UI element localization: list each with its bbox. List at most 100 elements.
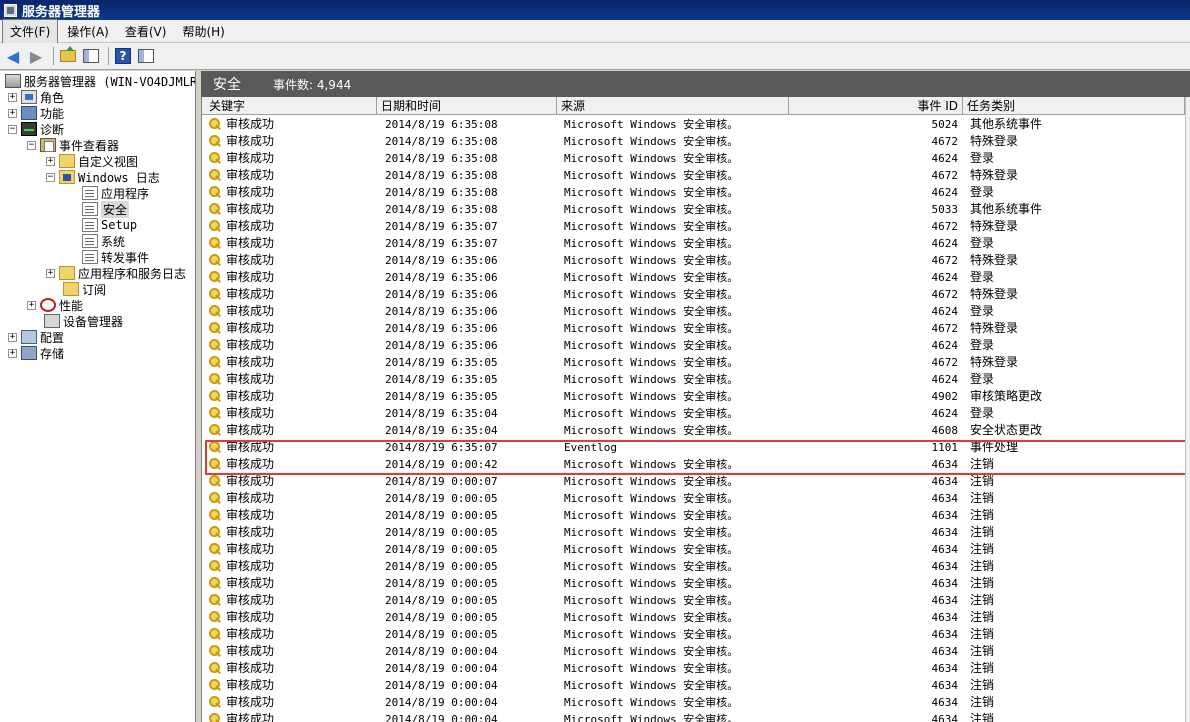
table-row[interactable]: 审核成功 2014/8/19 0:00:07 Microsoft Windows 安…: [202, 473, 1190, 490]
table-row[interactable]: 审核成功 2014/8/19 0:00:05 Microsoft Windows 安…: [202, 592, 1190, 609]
audit-success-key-icon: [209, 288, 222, 301]
table-row[interactable]: 审核成功 2014/8/19 6:35:06 Microsoft Windows 安…: [202, 269, 1190, 286]
table-row[interactable]: 审核成功 2014/8/19 0:00:05 Microsoft Windows 安…: [202, 558, 1190, 575]
table-row[interactable]: 审核成功 2014/8/19 0:00:04 Microsoft Windows 安…: [202, 660, 1190, 677]
event-count: 事件数: 4,944: [273, 77, 352, 92]
table-row[interactable]: 审核成功 2014/8/19 0:00:05 Microsoft Windows 安…: [202, 524, 1190, 541]
table-row[interactable]: 审核成功 2014/8/19 6:35:04 Microsoft Windows 安…: [202, 422, 1190, 439]
table-row[interactable]: 审核成功 2014/8/19 0:00:05 Microsoft Windows 安…: [202, 490, 1190, 507]
tree-item-roles[interactable]: + 角色: [8, 89, 64, 105]
tree-item-performance[interactable]: + 性能: [27, 297, 83, 313]
datetime-cell: 2014/8/19 6:35:06: [385, 305, 498, 318]
column-source[interactable]: 来源: [557, 97, 789, 115]
table-row[interactable]: 审核成功 2014/8/19 0:00:05 Microsoft Windows 安…: [202, 541, 1190, 558]
menu-file[interactable]: 文件(F): [2, 18, 59, 44]
menu-action[interactable]: 操作(A): [60, 20, 116, 43]
expand-icon[interactable]: +: [46, 268, 55, 278]
tree-item-event-viewer[interactable]: − 事件查看器: [27, 137, 119, 153]
table-row[interactable]: 审核成功 2014/8/19 6:35:08 Microsoft Windows 安…: [202, 133, 1190, 150]
table-row[interactable]: 审核成功 2014/8/19 6:35:08 Microsoft Windows 安…: [202, 184, 1190, 201]
collapse-icon[interactable]: −: [27, 140, 36, 150]
audit-success-key-icon: [209, 594, 222, 607]
tree-item-subscriptions[interactable]: 订阅: [63, 281, 106, 297]
table-row[interactable]: 审核成功 2014/8/19 0:00:05 Microsoft Windows 安…: [202, 575, 1190, 592]
audit-success-key-icon: [209, 373, 222, 386]
tree-item-application[interactable]: 应用程序: [82, 185, 149, 201]
category-cell: 注销: [970, 559, 995, 573]
table-row[interactable]: 审核成功 2014/8/19 6:35:07 Microsoft Windows 安…: [202, 218, 1190, 235]
datetime-cell: 2014/8/19 6:35:08: [385, 186, 498, 199]
help-button[interactable]: ?: [113, 46, 133, 66]
tree-item-storage[interactable]: + 存储: [8, 345, 64, 361]
tree-item-features[interactable]: + 功能: [8, 105, 64, 121]
tree-item-windows-logs[interactable]: − Windows 日志: [46, 169, 160, 185]
forward-arrow-icon[interactable]: ▶: [26, 46, 46, 66]
table-row[interactable]: 审核成功 2014/8/19 0:00:04 Microsoft Windows 安…: [202, 677, 1190, 694]
table-row[interactable]: 审核成功 2014/8/19 0:00:05 Microsoft Windows 安…: [202, 626, 1190, 643]
expand-icon[interactable]: +: [8, 348, 17, 358]
table-row[interactable]: 审核成功 2014/8/19 6:35:07 Eventlog 1101 事件处理: [202, 439, 1190, 456]
column-event-id[interactable]: 事件 ID: [789, 97, 963, 115]
tree-item-forwarded-events[interactable]: 转发事件: [82, 249, 149, 265]
keyword-cell: 审核成功: [226, 202, 275, 216]
table-row[interactable]: 审核成功 2014/8/19 0:00:04 Microsoft Windows 安…: [202, 711, 1190, 722]
source-cell: Microsoft Windows 安全审核。: [564, 577, 739, 590]
tree-item-device-manager[interactable]: 设备管理器: [44, 313, 123, 329]
menu-help[interactable]: 帮助(H): [175, 20, 231, 43]
collapse-icon[interactable]: −: [46, 172, 55, 182]
keyword-cell: 审核成功: [226, 134, 275, 148]
expand-icon[interactable]: +: [27, 300, 36, 310]
source-cell: Microsoft Windows 安全审核。: [564, 645, 739, 658]
table-row[interactable]: 审核成功 2014/8/19 0:00:04 Microsoft Windows 安…: [202, 694, 1190, 711]
table-row[interactable]: 审核成功 2014/8/19 0:00:05 Microsoft Windows 安…: [202, 507, 1190, 524]
tree-item-system[interactable]: 系统: [82, 233, 125, 249]
table-row[interactable]: 审核成功 2014/8/19 6:35:06 Microsoft Windows 安…: [202, 252, 1190, 269]
table-row[interactable]: 审核成功 2014/8/19 6:35:07 Microsoft Windows 安…: [202, 235, 1190, 252]
audit-success-key-icon: [209, 322, 222, 335]
table-row[interactable]: 审核成功 2014/8/19 6:35:05 Microsoft Windows 安…: [202, 371, 1190, 388]
table-row[interactable]: 审核成功 2014/8/19 0:00:42 Microsoft Windows 安…: [202, 456, 1190, 473]
event-id-cell: 4634: [931, 543, 959, 556]
back-arrow-icon[interactable]: ◀: [3, 46, 23, 66]
table-row[interactable]: 审核成功 2014/8/19 0:00:05 Microsoft Windows 安…: [202, 609, 1190, 626]
table-row[interactable]: 审核成功 2014/8/19 6:35:06 Microsoft Windows 安…: [202, 303, 1190, 320]
table-row[interactable]: 审核成功 2014/8/19 6:35:08 Microsoft Windows 安…: [202, 116, 1190, 133]
table-row[interactable]: 审核成功 2014/8/19 6:35:04 Microsoft Windows 安…: [202, 405, 1190, 422]
up-folder-button[interactable]: [58, 46, 78, 66]
tree-item-app-service-logs[interactable]: + 应用程序和服务日志: [46, 265, 186, 281]
table-row[interactable]: 审核成功 2014/8/19 6:35:06 Microsoft Windows 安…: [202, 337, 1190, 354]
expand-icon[interactable]: +: [8, 332, 17, 342]
tree-item-custom-views[interactable]: + 自定义视图: [46, 153, 138, 169]
column-category[interactable]: 任务类别: [963, 97, 1185, 115]
table-row[interactable]: 审核成功 2014/8/19 6:35:06 Microsoft Windows 安…: [202, 286, 1190, 303]
collapse-icon[interactable]: −: [8, 124, 17, 134]
audit-success-key-icon: [209, 492, 222, 505]
keyword-cell: 审核成功: [226, 423, 275, 437]
table-row[interactable]: 审核成功 2014/8/19 6:35:08 Microsoft Windows 安…: [202, 201, 1190, 218]
expand-icon[interactable]: +: [8, 108, 17, 118]
subscriptions-icon: [63, 282, 79, 296]
table-row[interactable]: 审核成功 2014/8/19 6:35:05 Microsoft Windows 安…: [202, 388, 1190, 405]
audit-success-key-icon: [209, 135, 222, 148]
show-hide-tree-button[interactable]: [81, 46, 101, 66]
keyword-cell: 审核成功: [226, 542, 275, 556]
expand-icon[interactable]: +: [8, 92, 17, 102]
table-row[interactable]: 审核成功 2014/8/19 6:35:08 Microsoft Windows 安…: [202, 167, 1190, 184]
tree-item-root[interactable]: 服务器管理器 (WIN-VO4DJMLR70: [5, 73, 195, 89]
column-datetime[interactable]: 日期和时间: [377, 97, 557, 115]
table-row[interactable]: 审核成功 2014/8/19 6:35:05 Microsoft Windows 安…: [202, 354, 1190, 371]
table-row[interactable]: 审核成功 2014/8/19 0:00:04 Microsoft Windows 安…: [202, 643, 1190, 660]
tree-item-security[interactable]: 安全: [82, 200, 130, 218]
menu-view[interactable]: 查看(V): [118, 20, 174, 43]
tree-item-setup[interactable]: Setup: [82, 217, 137, 233]
tree-item-configuration[interactable]: + 配置: [8, 329, 64, 345]
scrollbar[interactable]: [1185, 97, 1190, 722]
tree-item-diagnostics[interactable]: − 诊断: [8, 121, 64, 137]
tree-label-device-manager: 设备管理器: [63, 314, 124, 329]
table-row[interactable]: 审核成功 2014/8/19 6:35:08 Microsoft Windows 安…: [202, 150, 1190, 167]
audit-success-key-icon: [209, 186, 222, 199]
column-keyword[interactable]: 关键字: [205, 97, 377, 115]
table-row[interactable]: 审核成功 2014/8/19 6:35:06 Microsoft Windows 安…: [202, 320, 1190, 337]
properties-panel-button[interactable]: [136, 46, 156, 66]
expand-icon[interactable]: +: [46, 156, 55, 166]
